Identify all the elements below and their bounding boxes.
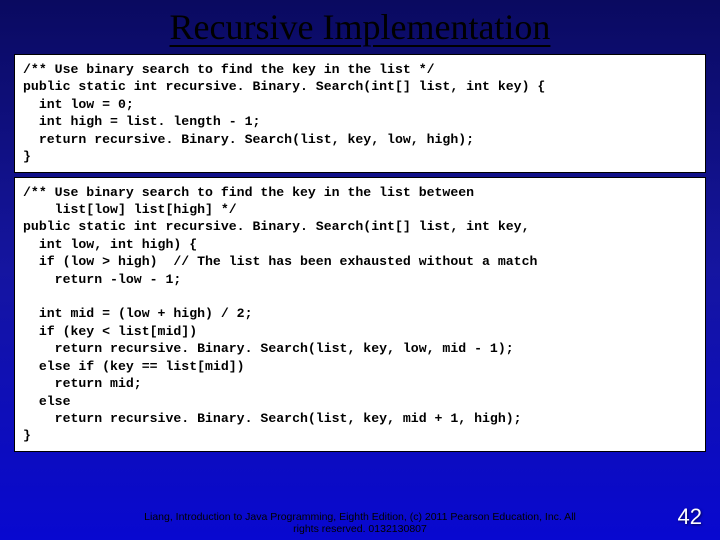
footer-line-1: Liang, Introduction to Java Programming,… [144, 511, 576, 523]
code-block-2: /** Use binary search to find the key in… [14, 177, 706, 452]
slide: Recursive Implementation /** Use binary … [0, 0, 720, 540]
slide-title: Recursive Implementation [0, 0, 720, 50]
footer-line-2: rights reserved. 0132130807 [293, 523, 427, 535]
page-number: 42 [678, 504, 702, 530]
code-block-1: /** Use binary search to find the key in… [14, 54, 706, 173]
footer-attribution: Liang, Introduction to Java Programming,… [0, 511, 720, 536]
footer: Liang, Introduction to Java Programming,… [0, 511, 720, 536]
